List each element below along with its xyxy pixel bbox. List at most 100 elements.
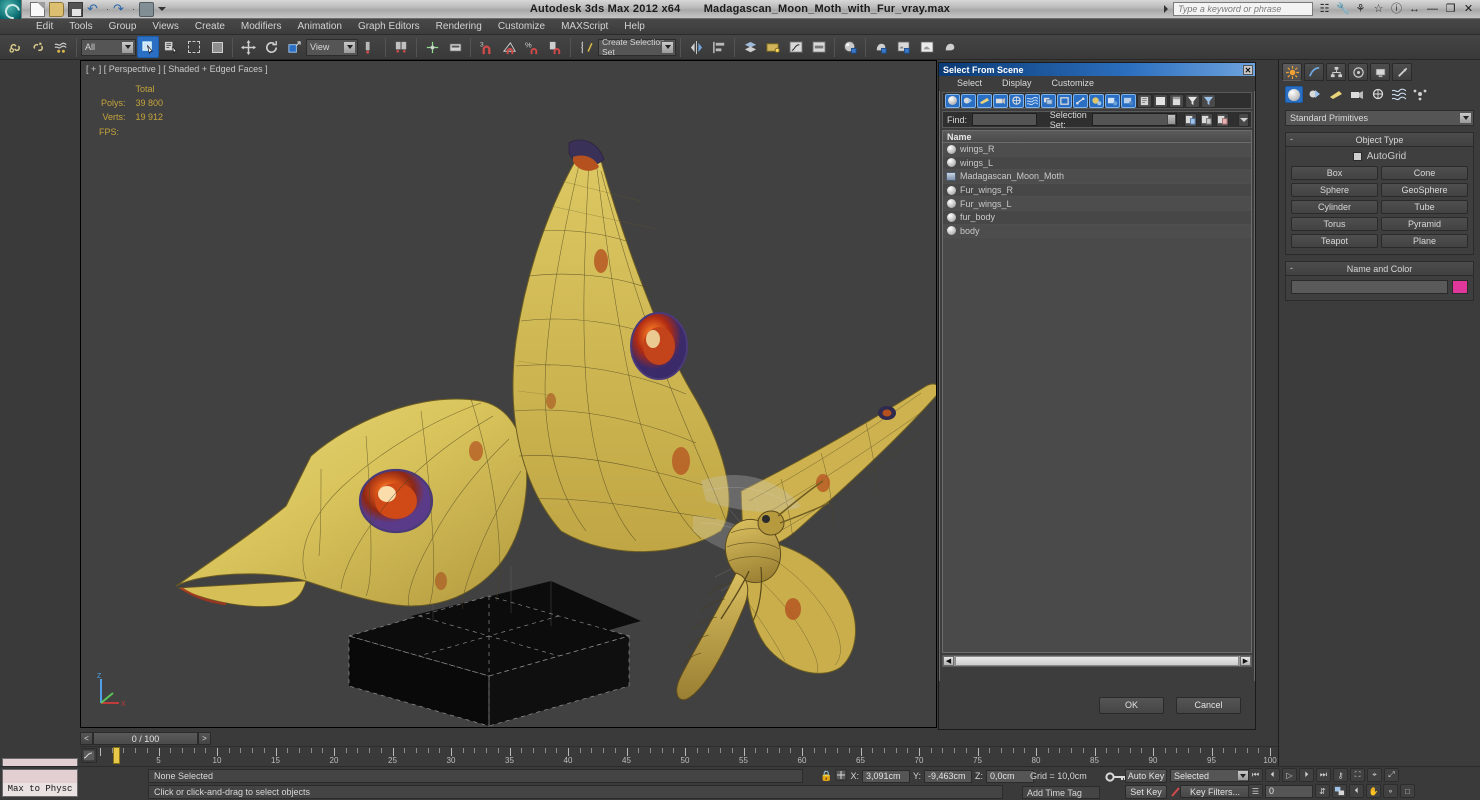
display-space-warps-icon[interactable] [1025,93,1040,108]
go-to-end-icon[interactable]: ⏭ [1316,768,1331,782]
scroll-right-arrow-icon[interactable]: ▶ [1240,656,1251,666]
selection-filter-dropdown[interactable]: All [81,38,136,56]
geometry-icon[interactable] [1285,86,1303,103]
menu-item-customize[interactable]: Customize [490,19,553,35]
name-and-color-rollout-header[interactable]: - Name and Color [1286,262,1473,276]
prev-frame-arrow[interactable]: < [80,732,93,745]
object-type-pyramid-button[interactable]: Pyramid [1381,217,1468,231]
scene-list-row[interactable]: Fur_wings_L [943,197,1251,211]
display-bones-icon[interactable] [1073,93,1088,108]
toggle-scene-explorer-icon[interactable] [762,36,784,58]
display-containers-icon[interactable] [1089,93,1104,108]
collapse-icon[interactable]: - [1290,134,1293,144]
expand-icon[interactable]: ↔ [1408,3,1421,16]
ok-button[interactable]: OK [1099,696,1164,714]
object-type-rollout-header[interactable]: - Object Type [1286,133,1473,147]
scene-list-row[interactable]: wings_L [943,156,1251,171]
dialog-menu-item-select[interactable]: Select [947,76,992,91]
track-bar[interactable]: 5 10 15 20 25 30 35 40 45 50 55 60 65 70 75 80 85 90 95 100 [80,746,1278,766]
scene-object-list[interactable]: wings_R wings_L Madagascan_Moon_Moth Fur_wi… [942,143,1252,653]
object-type-teapot-button[interactable]: Teapot [1291,234,1378,248]
cameras-icon[interactable] [1348,86,1366,103]
use-pivot-point-center-icon[interactable] [359,36,381,58]
z-coordinate-field[interactable]: 0,0cm [985,769,1034,783]
menu-item-modifiers[interactable]: Modifiers [233,19,290,35]
menu-item-group[interactable]: Group [101,19,145,35]
dialog-close-button[interactable]: ✕ [1243,64,1253,75]
filter-clear-icon[interactable] [1201,93,1216,108]
display-frozen-icon[interactable] [1169,93,1184,108]
application-menu-button[interactable] [0,0,22,19]
find-input[interactable] [972,113,1037,126]
minimize-button[interactable]: — [1426,3,1439,16]
select-and-scale-icon[interactable] [283,36,305,58]
horizontal-scrollbar[interactable]: ◀ ▶ [942,655,1252,667]
shapes-icon[interactable] [1306,86,1324,103]
listener-pink-field[interactable] [3,770,77,783]
render-setup-icon[interactable] [870,36,892,58]
orbit-icon[interactable]: ⚬ [1383,784,1398,798]
next-frame-icon[interactable]: ⏵ [1299,768,1314,782]
scene-list-row[interactable]: body [943,224,1251,239]
menu-item-help[interactable]: Help [616,19,653,35]
snaps-toggle-icon[interactable]: 3 [475,36,497,58]
perspective-viewport[interactable]: [ + ] [ Perspective ] [ Shaded + Edged F… [80,60,937,728]
add-to-selection-set-icon[interactable] [1200,112,1214,127]
menu-item-rendering[interactable]: Rendering [428,19,490,35]
select-and-move-icon[interactable] [237,36,259,58]
lights-icon[interactable] [1327,86,1345,103]
window-crossing-icon[interactable] [206,36,228,58]
render-production-icon[interactable] [916,36,938,58]
select-by-name-icon[interactable] [160,36,182,58]
rendered-frame-window-icon[interactable] [893,36,915,58]
collapse-icon[interactable]: - [1290,263,1293,273]
material-editor-icon[interactable] [839,36,861,58]
undo-dropdown-icon[interactable]: · [106,4,109,14]
restore-button[interactable]: ❐ [1444,3,1457,16]
keyboard-shortcut-override-icon[interactable] [444,36,466,58]
field-of-view-icon[interactable]: ⏴ [1349,784,1364,798]
chevron-right-icon[interactable] [1164,5,1168,13]
zoom-extents-icon[interactable]: ⛶ [1350,768,1365,782]
chevron-down-icon[interactable] [1238,112,1249,127]
x-coordinate-field[interactable]: 3,091cm [861,769,910,783]
chevron-down-icon[interactable] [343,40,356,54]
play-animation-icon[interactable]: ▷ [1282,768,1297,782]
display-helpers-icon[interactable] [1009,93,1024,108]
display-shapes-icon[interactable] [961,93,976,108]
select-and-rotate-icon[interactable] [260,36,282,58]
create-tab[interactable] [1282,63,1302,81]
save-icon[interactable] [68,1,83,17]
select-and-manipulate-icon[interactable] [421,36,443,58]
named-selection-sets-icon[interactable] [575,36,597,58]
pan-view-icon[interactable]: ✋ [1366,784,1381,798]
lock-selection-icon[interactable]: 🔒 [820,771,832,782]
object-type-torus-button[interactable]: Torus [1291,217,1378,231]
chevron-down-icon[interactable] [1459,112,1472,124]
helpers-icon[interactable] [1369,86,1387,103]
display-unselected-icon[interactable] [1121,93,1136,108]
cancel-button[interactable]: Cancel [1176,696,1241,714]
spinner-icon[interactable]: ⇵ [1315,784,1330,798]
key-mode-toggle-icon[interactable]: ⚷ [1333,768,1348,782]
percent-snap-toggle-icon[interactable]: % [521,36,543,58]
unlink-selection-icon[interactable] [27,36,49,58]
scene-list-row[interactable]: fur_body [943,210,1251,225]
autogrid-row[interactable]: AutoGrid [1291,151,1468,162]
time-configuration-icon[interactable]: ☰ [1248,784,1263,798]
display-children-icon[interactable] [1137,93,1152,108]
create-selection-set-icon[interactable] [1184,112,1198,127]
object-type-tube-button[interactable]: Tube [1381,200,1468,214]
maxscript-mini-listener[interactable]: Max to Physc [2,769,78,797]
display-xrefs-icon[interactable] [1057,93,1072,108]
mirror-icon[interactable] [685,36,707,58]
scene-list-row[interactable]: Madagascan_Moon_Moth [943,170,1251,184]
menu-item-create[interactable]: Create [187,19,233,35]
scene-list-row[interactable]: wings_R [943,143,1251,157]
curve-editor-icon[interactable] [785,36,807,58]
search-input[interactable]: Type a keyword or phrase [1173,2,1313,16]
spinner-snap-toggle-icon[interactable] [544,36,566,58]
next-frame-arrow[interactable]: > [198,732,211,745]
object-name-input[interactable] [1291,280,1448,294]
bug-icon[interactable]: ⚘ [1354,3,1367,16]
